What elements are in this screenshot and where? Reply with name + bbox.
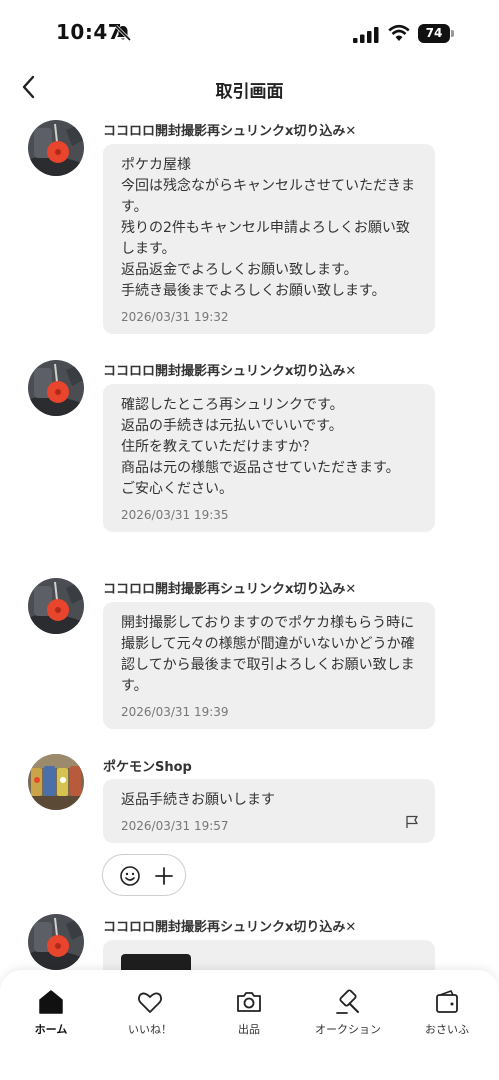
battery-indicator: 74: [418, 24, 454, 43]
status-time: 10:47: [56, 20, 123, 44]
add-reaction-icon[interactable]: [153, 865, 175, 887]
tab-likes[interactable]: いいね！: [100, 988, 200, 1048]
bottom-tab-bar: ホーム いいね！ 出品 オークション おさいふ: [0, 970, 499, 1080]
home-icon: [39, 990, 63, 1014]
message-text: 確認したところ再シュリンクです。 返品の手続きは元払いでいいです。 住所を教えて…: [121, 397, 400, 497]
wallet-icon: [436, 990, 458, 1013]
reaction-button[interactable]: [102, 854, 186, 896]
tab-sell[interactable]: 出品: [199, 988, 299, 1048]
message-time: 2026/03/31 19:32: [121, 310, 229, 324]
tab-wallet[interactable]: おさいふ: [397, 988, 497, 1048]
signal-icon: [353, 27, 379, 43]
message-time: 2026/03/31 19:57: [121, 819, 229, 833]
sender-name: ココロロ開封撮影再シュリンクx切り込み✕: [103, 364, 357, 379]
heart-icon: [137, 992, 163, 1013]
sender-name: ポケモンShop: [103, 760, 192, 775]
tab-label: 出品: [238, 1023, 260, 1036]
message-text: 開封撮影しておりますのでポケカ様もらう時に撮影して元々の様態が間違がいないかどう…: [121, 615, 415, 694]
avatar[interactable]: [28, 360, 84, 416]
message-time: 2026/03/31 19:39: [121, 705, 229, 719]
avatar[interactable]: [28, 914, 84, 970]
avatar-image: [28, 578, 84, 634]
battery-level: 74: [418, 24, 450, 43]
message-bubble[interactable]: [103, 940, 435, 972]
message-bubble[interactable]: 確認したところ再シュリンクです。 返品の手続きは元払いでいいです。 住所を教えて…: [103, 384, 435, 532]
message-text: 返品手続きお願いします: [121, 792, 275, 808]
avatar[interactable]: [28, 754, 84, 810]
camera-icon: [237, 992, 261, 1012]
tab-label: ホーム: [34, 1023, 68, 1036]
avatar-image: [28, 914, 84, 970]
report-flag-icon[interactable]: [405, 815, 419, 829]
avatar-image: [28, 360, 84, 416]
avatar[interactable]: [28, 578, 84, 634]
message-bubble[interactable]: 返品手続きお願いします 2026/03/31 19:57: [103, 779, 435, 843]
message-bubble[interactable]: 開封撮影しておりますのでポケカ様もらう時に撮影して元々の様態が間違がいないかどう…: [103, 602, 435, 729]
header: 取引画面: [0, 62, 499, 114]
sender-name: ココロロ開封撮影再シュリンクx切り込み✕: [103, 124, 357, 139]
tab-label: おさいふ: [425, 1023, 469, 1036]
message-time: 2026/03/31 19:35: [121, 508, 229, 522]
tab-home[interactable]: ホーム: [1, 988, 101, 1048]
avatar-image: [28, 754, 84, 810]
emoji-reaction-icon[interactable]: [119, 865, 141, 887]
avatar[interactable]: [28, 120, 84, 176]
tab-auction[interactable]: オークション: [298, 988, 398, 1048]
status-bar: 10:47 74: [0, 0, 499, 62]
sender-name: ココロロ開封撮影再シュリンクx切り込み✕: [103, 920, 357, 935]
wifi-icon: [388, 24, 410, 41]
page-title: 取引画面: [215, 82, 284, 102]
tab-label: オークション: [315, 1023, 381, 1036]
sender-name: ココロロ開封撮影再シュリンクx切り込み✕: [103, 582, 357, 597]
gavel-icon: [336, 989, 359, 1014]
tab-label: いいね！: [128, 1023, 172, 1036]
message-bubble[interactable]: ポケカ屋様 今回は残念ながらキャンセルさせていただきます。 残りの2件もキャンセ…: [103, 144, 435, 334]
bell-off-icon: [114, 24, 132, 42]
avatar-image: [28, 120, 84, 176]
message-list[interactable]: ココロロ開封撮影再シュリンクx切り込み✕ ポケカ屋様 今回は残念ながらキャンセル…: [0, 114, 499, 972]
message-text: ポケカ屋様 今回は残念ながらキャンセルさせていただきます。 残りの2件もキャンセ…: [121, 157, 415, 299]
battery-tip: [451, 30, 454, 37]
